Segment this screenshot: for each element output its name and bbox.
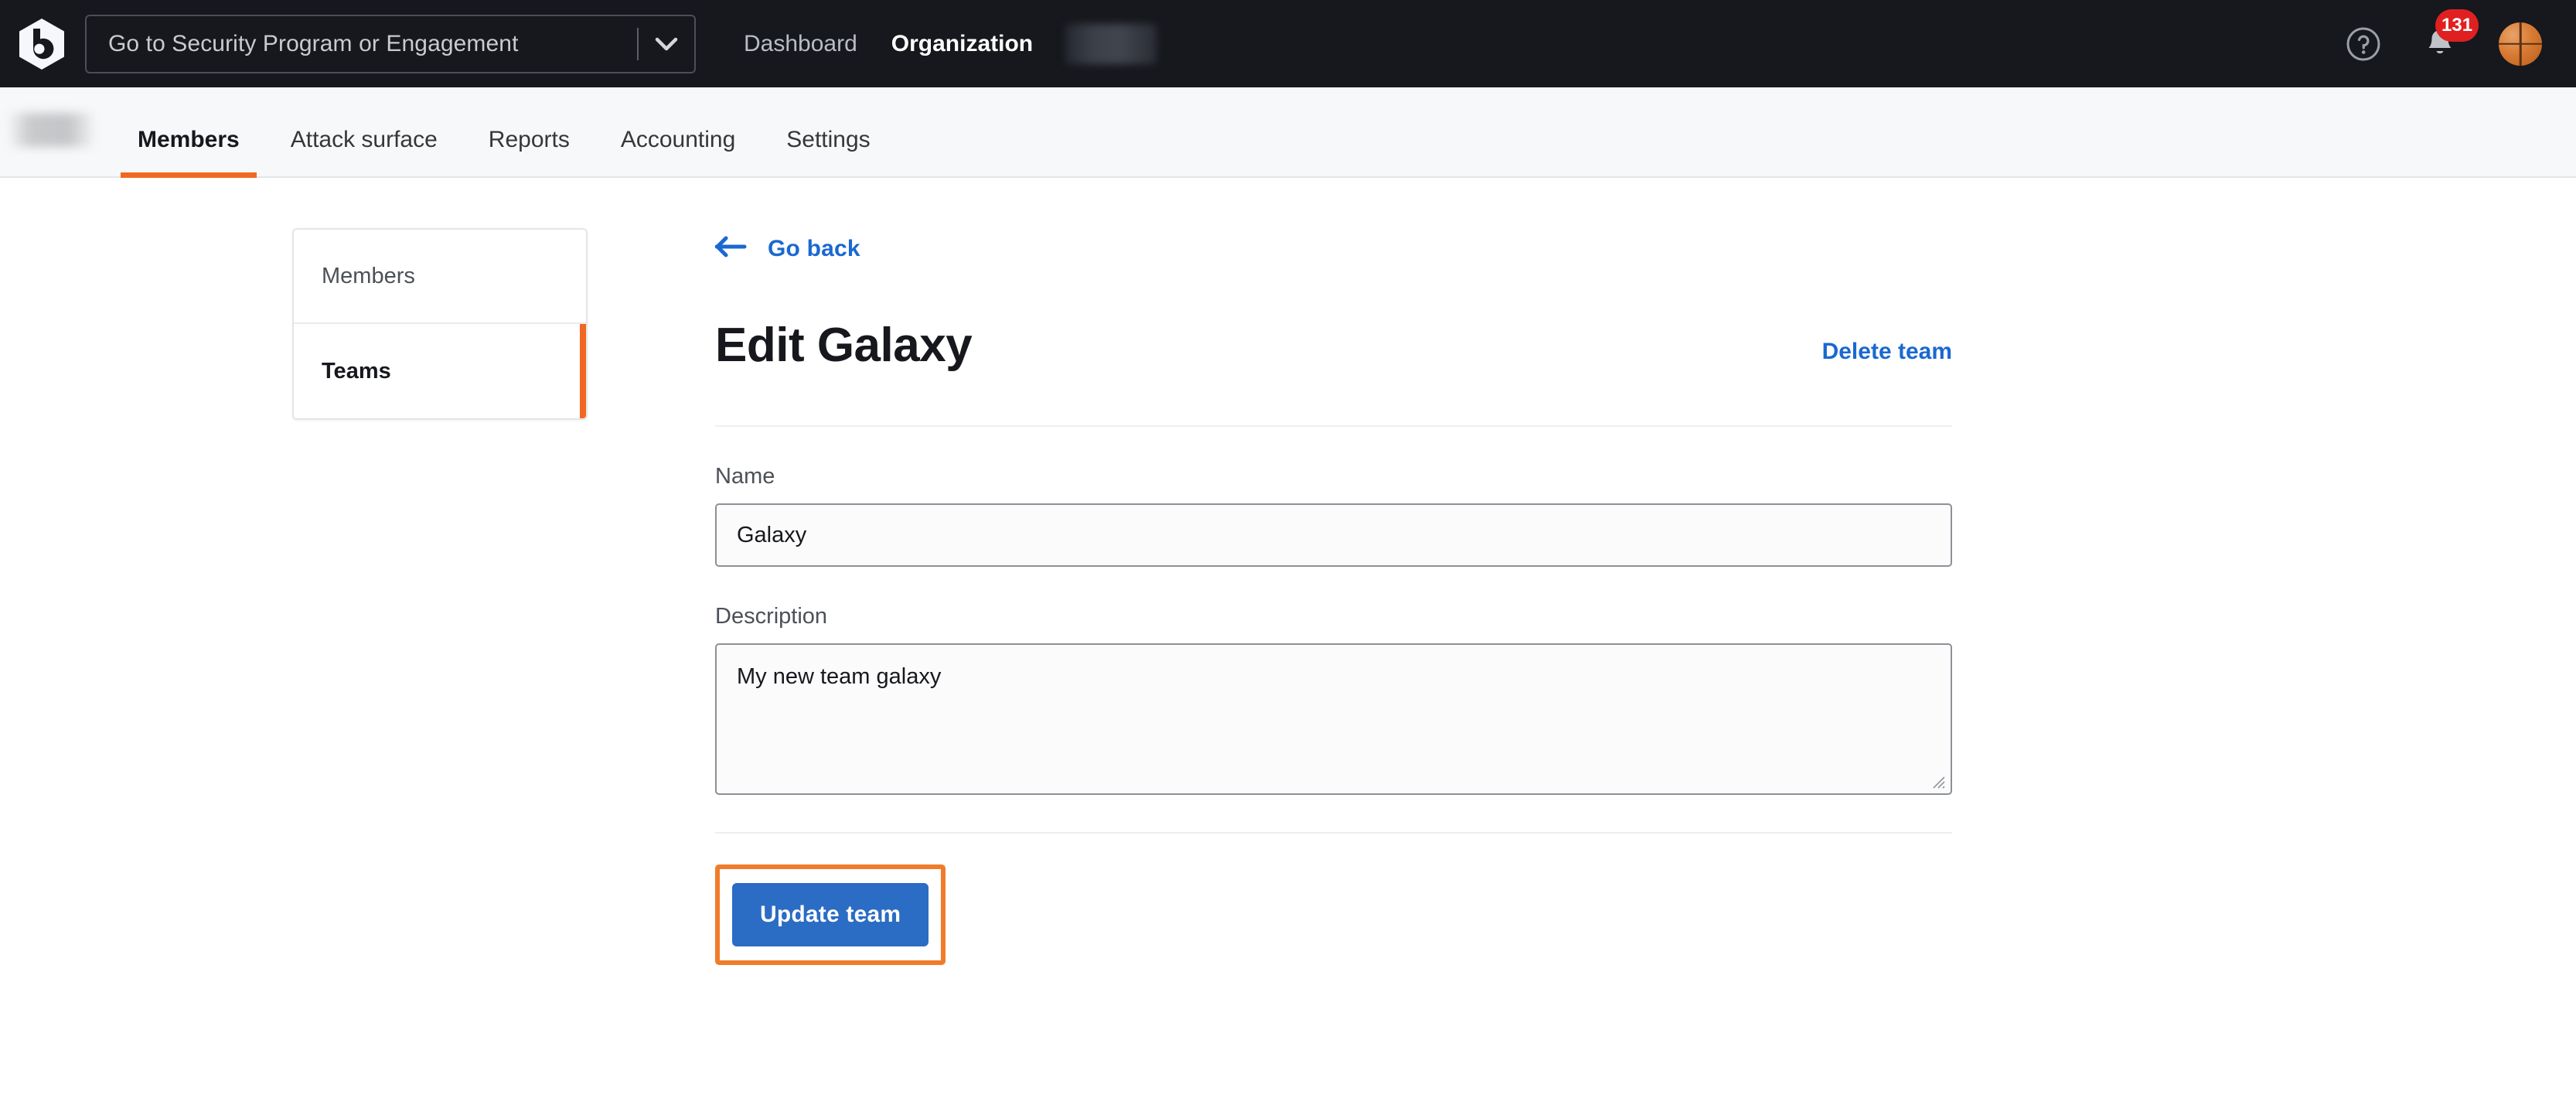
top-bar-actions: 131 bbox=[2346, 9, 2547, 66]
chevron-down-icon[interactable] bbox=[639, 36, 694, 52]
section-tab-bar: Members Attack surface Reports Accountin… bbox=[0, 87, 2576, 178]
sidebar-item-teams[interactable]: Teams bbox=[294, 324, 586, 418]
redacted-org-name bbox=[1065, 23, 1157, 64]
arrow-left-icon bbox=[714, 235, 748, 262]
field-description: Description bbox=[715, 604, 1952, 795]
avatar[interactable] bbox=[2499, 22, 2542, 66]
divider-bottom bbox=[715, 832, 1952, 834]
top-nav-dashboard[interactable]: Dashboard bbox=[744, 31, 857, 57]
title-row: Edit Galaxy Delete team bbox=[715, 318, 1952, 373]
field-description-label: Description bbox=[715, 604, 828, 629]
bugcrowd-logo-icon[interactable] bbox=[17, 16, 66, 72]
question-circle-icon[interactable] bbox=[2346, 26, 2381, 62]
field-name-label: Name bbox=[715, 464, 775, 489]
notifications-bell[interactable]: 131 bbox=[2423, 9, 2479, 62]
sidebar-nav: Members Teams bbox=[292, 228, 588, 420]
top-nav: Dashboard Organization bbox=[744, 31, 1033, 57]
update-team-button[interactable]: Update team bbox=[732, 883, 929, 946]
textarea-wrapper bbox=[715, 643, 1952, 795]
program-select[interactable]: Go to Security Program or Engagement bbox=[85, 14, 696, 73]
main-content: Go back Edit Galaxy Delete team Name Des… bbox=[714, 228, 1952, 965]
tab-attack-surface[interactable]: Attack surface bbox=[274, 127, 455, 176]
team-name-input[interactable] bbox=[715, 503, 1952, 567]
field-name: Name bbox=[715, 464, 1952, 567]
top-bar: Go to Security Program or Engagement Das… bbox=[0, 0, 2576, 87]
tab-members[interactable]: Members bbox=[121, 127, 257, 178]
page-body: Members Teams Go back Edit Galaxy Delete… bbox=[0, 178, 2576, 965]
top-nav-organization[interactable]: Organization bbox=[891, 31, 1033, 57]
program-select-label: Go to Security Program or Engagement bbox=[108, 30, 519, 56]
tab-settings[interactable]: Settings bbox=[769, 127, 887, 176]
tab-reports[interactable]: Reports bbox=[472, 127, 587, 176]
go-back-link[interactable]: Go back bbox=[714, 235, 1952, 262]
delete-team-link[interactable]: Delete team bbox=[1822, 339, 1952, 365]
divider-top bbox=[715, 425, 1952, 427]
redacted-org-badge bbox=[9, 113, 93, 147]
tabs: Members Attack surface Reports Accountin… bbox=[121, 127, 905, 178]
sidebar-item-members[interactable]: Members bbox=[294, 230, 586, 324]
update-team-highlight: Update team bbox=[715, 864, 946, 965]
team-description-textarea[interactable] bbox=[715, 643, 1952, 795]
go-back-label: Go back bbox=[768, 235, 860, 261]
notification-count-badge: 131 bbox=[2435, 9, 2479, 42]
tab-accounting[interactable]: Accounting bbox=[604, 127, 752, 176]
page-title: Edit Galaxy bbox=[715, 319, 973, 372]
